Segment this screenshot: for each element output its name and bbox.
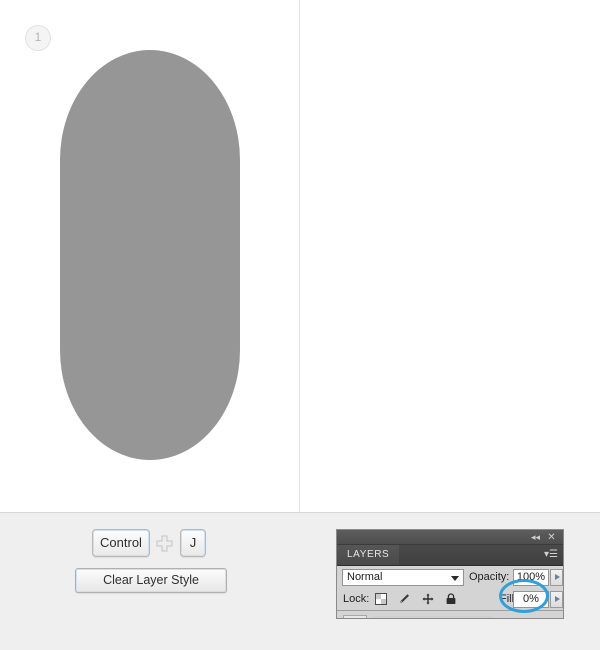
opacity-label: Opacity: (469, 571, 510, 583)
layer-list-row[interactable] (337, 610, 563, 618)
key-j-button[interactable]: J (180, 529, 206, 557)
shortcut-key-row: Control J (0, 529, 300, 561)
canvas-pane-before: 1 (0, 0, 300, 512)
flat-capsule-shape (60, 50, 240, 460)
blend-mode-value: Normal (347, 571, 383, 583)
double-chevron-left-icon[interactable]: ◂◂ (530, 532, 541, 543)
tab-layers[interactable]: LAYERS (337, 545, 400, 565)
lock-icon-group (375, 592, 464, 606)
layer-thumbnail (343, 615, 367, 618)
opacity-stepper-button[interactable] (550, 569, 563, 586)
lock-image-pixels-brush-icon[interactable] (398, 592, 410, 605)
panel-tabbar: LAYERS ▾☰ (337, 545, 563, 566)
fill-stepper-button[interactable] (550, 591, 563, 608)
canvas-pane-after: 2 (300, 0, 600, 512)
blend-mode-select[interactable]: Normal (342, 569, 464, 586)
step-badge-1: 1 (25, 25, 51, 51)
blend-mode-row: Normal Opacity: 100% (337, 566, 563, 588)
panel-menu-icon[interactable]: ▾☰ (544, 549, 558, 560)
plus-icon (156, 535, 173, 552)
lock-label: Lock: (343, 593, 370, 605)
lock-all-padlock-icon[interactable] (445, 592, 457, 605)
layer-name (373, 616, 493, 618)
lock-position-move-icon[interactable] (422, 592, 434, 605)
opacity-value-input[interactable]: 100% (513, 569, 549, 586)
lock-transparent-pixels-icon[interactable] (375, 592, 387, 605)
close-icon[interactable]: ✕ (546, 532, 557, 543)
fill-value-input[interactable]: 0% (513, 591, 549, 608)
panel-titlebar: ◂◂ ✕ (337, 530, 563, 545)
chevron-down-icon[interactable] (451, 576, 459, 581)
key-control-button[interactable]: Control (92, 529, 150, 557)
layers-panel: ◂◂ ✕ LAYERS ▾☰ Normal Opacity: 100% Lock… (336, 529, 564, 619)
clear-layer-style-button[interactable]: Clear Layer Style (75, 568, 227, 593)
lock-fill-row: Lock: Fill: 0% (337, 588, 563, 610)
canvas-area: 1 2 (0, 0, 600, 513)
